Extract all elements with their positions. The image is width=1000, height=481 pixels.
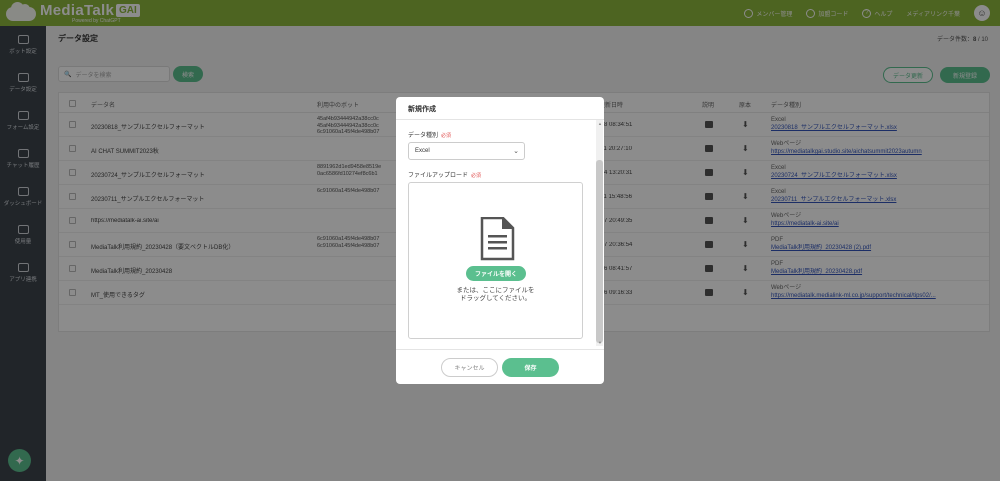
data-type-label: データ種別 必須 [408,133,452,139]
document-icon [480,217,515,261]
data-type-select[interactable]: Excel ⌄ [408,142,525,160]
modal-body: データ種別 必須 Excel ⌄ ファイルアップロード 必須 ファイルを開く または、… [396,120,604,346]
scroll-up-icon[interactable]: ▲ [598,121,602,126]
save-button[interactable]: 保存 [502,358,559,377]
required-badge: 必須 [441,133,452,139]
divider [396,349,604,350]
file-dropzone[interactable]: ファイルを開く または、ここにファイルを ドラッグしてください。 [408,182,583,339]
file-upload-label: ファイルアップロード 必須 [408,173,482,179]
cancel-button[interactable]: キャンセル [441,358,498,377]
drop-instructions: または、ここにファイルを ドラッグしてください。 [456,287,535,302]
required-badge: 必須 [471,173,482,179]
scrollbar-thumb[interactable] [596,160,603,343]
modal-title: 新規作成 [408,106,436,113]
chevron-down-icon: ⌄ [513,148,519,155]
new-data-modal: 新規作成 データ種別 必須 Excel ⌄ ファイルアップロード 必須 ファイルを開く… [396,97,604,384]
open-file-button[interactable]: ファイルを開く [466,266,526,281]
scroll-down-icon[interactable]: ▼ [598,340,602,345]
